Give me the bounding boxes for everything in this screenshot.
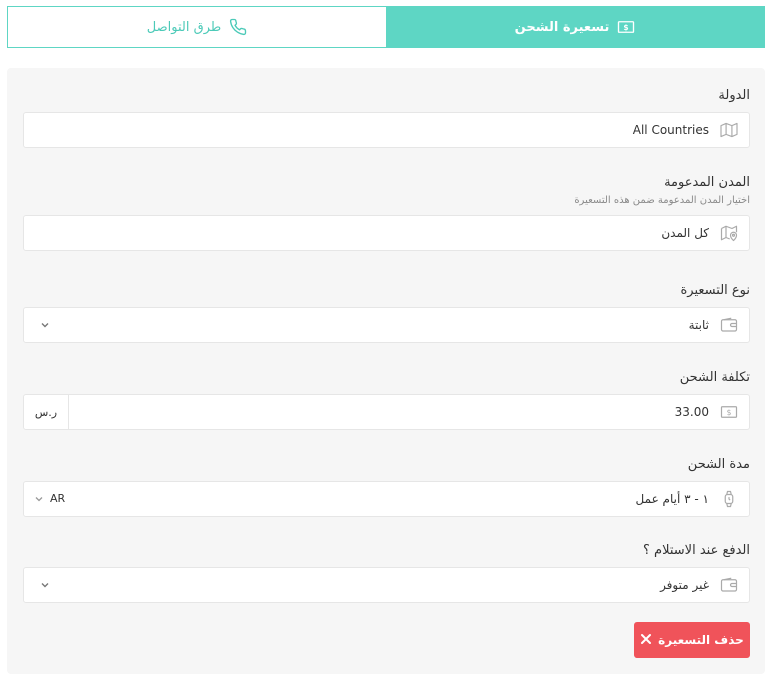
shipping-duration-input[interactable]: ١ - ٣ أيام عمل AR <box>23 481 750 517</box>
language-chevron-icon[interactable] <box>32 492 46 506</box>
cod-field: الدفع عند الاستلام ؟ غير متوفر <box>23 543 750 603</box>
chevron-down-icon[interactable] <box>38 318 52 332</box>
money-icon: $ <box>719 402 739 422</box>
pricing-type-select[interactable]: ثابتة <box>23 307 750 343</box>
country-value: All Countries <box>632 123 709 137</box>
close-icon <box>640 633 652 648</box>
shipping-duration-value: ١ - ٣ أيام عمل <box>635 492 709 506</box>
pricing-type-value: ثابتة <box>688 318 709 332</box>
cities-select[interactable]: كل المدن <box>23 215 750 251</box>
map-pin-icon <box>719 223 739 243</box>
shipping-duration-label: مدة الشحن <box>687 457 750 472</box>
shipping-cost-field: تكلفة الشحن $ 33.00 ر.س <box>23 370 750 430</box>
money-icon: $ <box>617 19 635 35</box>
tab-contact-methods[interactable]: طرق التواصل <box>8 7 386 47</box>
tab-shipping-pricing[interactable]: تسعيرة الشحن $ <box>386 7 764 47</box>
shipping-cost-input[interactable]: $ 33.00 ر.س <box>23 394 750 430</box>
country-field: الدولة All Countries <box>23 88 750 148</box>
tab-pricing-label: تسعيرة الشحن <box>514 19 610 35</box>
pricing-type-field: نوع التسعيرة ثابتة <box>23 283 750 343</box>
cod-select[interactable]: غير متوفر <box>23 567 750 603</box>
wallet-icon <box>719 575 739 595</box>
shipping-cost-label: تكلفة الشحن <box>679 370 750 385</box>
country-select[interactable]: All Countries <box>23 112 750 148</box>
delete-button-label: حذف التسعيرة <box>658 633 744 647</box>
country-label: الدولة <box>718 88 750 103</box>
map-icon <box>719 120 739 140</box>
pricing-form-panel: الدولة All Countries المدن المدعومة اختي… <box>7 68 765 674</box>
phone-icon <box>229 18 247 36</box>
delete-pricing-button[interactable]: حذف التسعيرة <box>634 622 750 658</box>
cities-value: كل المدن <box>661 226 709 240</box>
cod-value: غير متوفر <box>660 578 709 592</box>
watch-icon <box>719 489 739 509</box>
shipping-duration-field: مدة الشحن ١ - ٣ أيام عمل AR <box>23 457 750 517</box>
language-selector[interactable]: AR <box>50 492 65 505</box>
tab-bar: طرق التواصل تسعيرة الشحن $ <box>7 6 765 48</box>
svg-text:$: $ <box>624 23 629 32</box>
chevron-down-icon[interactable] <box>38 578 52 592</box>
cities-label: المدن المدعومة <box>664 175 750 190</box>
cities-field: المدن المدعومة اختيار المدن المدعومة ضمن… <box>23 175 750 251</box>
cod-label: الدفع عند الاستلام ؟ <box>643 543 750 558</box>
pricing-type-label: نوع التسعيرة <box>680 283 751 298</box>
tab-contact-label: طرق التواصل <box>146 19 222 35</box>
wallet-icon <box>719 315 739 335</box>
currency-suffix: ر.س <box>24 395 69 429</box>
svg-text:$: $ <box>727 408 732 417</box>
cities-hint: اختيار المدن المدعومة ضمن هذه التسعيرة <box>574 195 750 206</box>
shipping-cost-value: 33.00 <box>674 405 709 419</box>
